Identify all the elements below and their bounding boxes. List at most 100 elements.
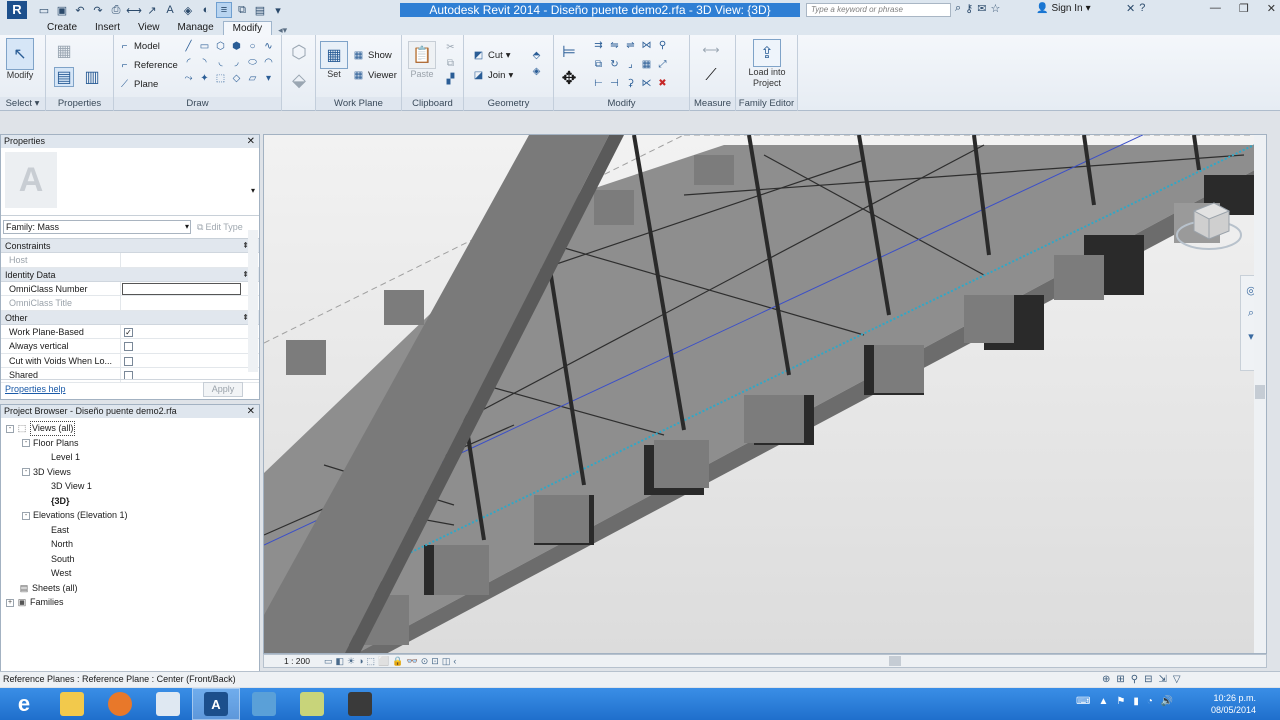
move-icon[interactable]: ✥ xyxy=(558,67,580,89)
select-underlay-icon[interactable]: ⊞ xyxy=(1116,672,1124,687)
modify-tool-button[interactable]: ↖ Modify xyxy=(6,38,34,80)
favorites-icon[interactable]: ☆ xyxy=(990,2,1000,15)
measure-between-icon[interactable]: ⟷ xyxy=(696,43,726,57)
open-icon[interactable]: ▭ xyxy=(36,2,52,18)
taskbar-notepad[interactable] xyxy=(144,688,192,720)
paste-button[interactable]: 📋 Paste xyxy=(408,41,436,79)
ribbon-minimize-icon[interactable]: ◂▾ xyxy=(278,25,298,35)
partial-ellipse-icon[interactable]: ◠ xyxy=(262,56,275,69)
save-icon[interactable]: ▣ xyxy=(54,2,70,18)
drag-elements-icon[interactable]: ⇲ xyxy=(1159,672,1167,687)
rectangle-icon[interactable]: ▭ xyxy=(198,40,211,53)
pick-lines-icon[interactable]: ⤳ xyxy=(182,72,195,85)
close-icon[interactable]: ✕ xyxy=(1267,2,1276,15)
scroll-left-icon[interactable]: ‹ xyxy=(453,656,456,667)
browser-tree-item[interactable]: East xyxy=(38,524,69,537)
browser-tree-item[interactable]: - Elevations (Elevation 1) xyxy=(22,509,128,522)
reference-plane-button[interactable]: ⟋ Plane xyxy=(118,78,158,91)
browser-tree-item[interactable]: ▤ Sheets (all) xyxy=(6,582,78,595)
property-checkbox[interactable]: ✓ xyxy=(124,327,133,337)
flag-icon[interactable]: ⚑ xyxy=(1116,696,1125,707)
tangent-arc-icon[interactable]: ◟ xyxy=(214,56,227,69)
circumscribed-polygon-icon[interactable]: ⬢ xyxy=(230,40,243,53)
circle-icon[interactable]: ○ xyxy=(246,40,259,53)
line-icon[interactable]: ╱ xyxy=(182,40,195,53)
measure-icon[interactable]: ⟷ xyxy=(126,2,142,18)
browser-tree-item[interactable]: West xyxy=(38,567,71,580)
taskbar-firefox[interactable] xyxy=(96,688,144,720)
trim-single-icon[interactable]: ⊢ xyxy=(592,77,605,90)
dimension-tool-icon[interactable]: ⟋ xyxy=(696,67,726,85)
family-select[interactable]: Family: Mass ▾ xyxy=(3,220,191,234)
shadows-icon[interactable]: ◑ xyxy=(358,656,363,667)
section-icon[interactable]: ◐ xyxy=(198,2,214,18)
property-value[interactable] xyxy=(121,282,259,296)
browser-tree-item[interactable]: {3D} xyxy=(38,495,70,508)
property-checkbox[interactable] xyxy=(124,342,133,351)
unpin-icon[interactable]: ⚳ xyxy=(624,77,637,90)
close-hidden-windows-icon[interactable]: ⧉ xyxy=(234,2,250,18)
taskbar-clock[interactable]: 10:26 p.m. 08/05/2014 xyxy=(1211,692,1256,716)
start-end-arc-icon[interactable]: ◜ xyxy=(182,56,195,69)
mirror-pick-icon[interactable]: ⇋ xyxy=(608,39,621,52)
property-value[interactable]: ✓ xyxy=(121,325,259,339)
browser-tree-item[interactable]: South xyxy=(38,553,75,566)
minimize-icon[interactable]: — xyxy=(1210,2,1221,15)
undo-icon[interactable]: ↶ xyxy=(72,2,88,18)
family-category-icon[interactable]: ▦ xyxy=(54,41,74,61)
customize-qat-icon[interactable]: ▾ xyxy=(270,2,286,18)
load-into-project-button[interactable]: ⇪ Load into Project xyxy=(742,39,792,89)
pin-icon[interactable]: ⚲ xyxy=(656,39,669,52)
reveal-hidden-icon[interactable]: ⊙ xyxy=(421,656,429,667)
cut-clipboard-icon[interactable]: ✂ xyxy=(444,41,457,54)
select-links-icon[interactable]: ⊕ xyxy=(1102,672,1110,687)
analysis-icon[interactable]: ◫ xyxy=(442,656,451,667)
array-icon[interactable]: ▦ xyxy=(640,58,653,71)
property-value[interactable] xyxy=(121,339,259,353)
bridge-model-drawing[interactable] xyxy=(264,135,1267,654)
browser-tree-item[interactable]: North xyxy=(38,538,73,551)
browser-tree-item[interactable]: 3D View 1 xyxy=(38,480,92,493)
paint-icon[interactable]: ◈ xyxy=(530,65,543,78)
property-group-header[interactable]: Other ⇞ xyxy=(1,310,259,325)
property-group-header[interactable]: Identity Data ⇞ xyxy=(1,267,259,282)
center-end-arc-icon[interactable]: ◝ xyxy=(198,56,211,69)
default-3d-view-icon[interactable]: ◈ xyxy=(180,2,196,18)
lock-view-icon[interactable]: 🔒 xyxy=(392,656,403,667)
point-element-icon[interactable]: ✦ xyxy=(198,72,211,85)
application-menu-button[interactable]: R xyxy=(0,0,34,20)
tab-modify[interactable]: Modify xyxy=(222,21,273,35)
property-group-header[interactable]: Constraints ⇞ xyxy=(1,239,259,253)
taskbar-ie[interactable]: e xyxy=(0,688,48,720)
properties-help-link[interactable]: Properties help xyxy=(5,384,66,394)
fillet-arc-icon[interactable]: ◞ xyxy=(230,56,243,69)
offset-icon[interactable]: ⇉ xyxy=(592,39,605,52)
cut-geometry-button[interactable]: ◩ Cut ▾ xyxy=(472,49,511,62)
apply-button[interactable]: Apply xyxy=(203,382,243,397)
copy-icon[interactable]: ⧉ xyxy=(444,57,457,70)
maximize-icon[interactable]: ❐ xyxy=(1239,2,1249,15)
taskbar-explorer[interactable] xyxy=(48,688,96,720)
close-browser-icon[interactable]: ✕ xyxy=(247,405,255,418)
redo-icon[interactable]: ↷ xyxy=(90,2,106,18)
sun-path-icon[interactable]: ☀ xyxy=(347,656,355,667)
type-selector-dropdown-icon[interactable]: ▾ xyxy=(251,186,255,195)
delete-icon[interactable]: ✖ xyxy=(656,77,669,90)
split-icon[interactable]: ⋈ xyxy=(640,39,653,52)
browser-tree-item[interactable]: Level 1 xyxy=(38,451,80,464)
trim-icon[interactable]: ⌟ xyxy=(624,58,637,71)
properties-scrollbar[interactable] xyxy=(248,230,258,372)
taskbar-app-8[interactable] xyxy=(336,688,384,720)
omniclass-number-input[interactable] xyxy=(122,282,241,295)
scroll-thumb[interactable] xyxy=(1255,385,1265,399)
copy-modify-icon[interactable]: ⧉ xyxy=(592,58,605,71)
sign-in-button[interactable]: 👤 Sign In ▾ xyxy=(1036,3,1091,14)
draw-on-workplane-icon[interactable]: ▾ xyxy=(262,72,275,85)
tab-manage[interactable]: Manage xyxy=(169,21,223,35)
select-by-face-icon[interactable]: ⊟ xyxy=(1144,672,1152,687)
pick-faces-icon[interactable]: ⬚ xyxy=(214,72,227,85)
browser-tree-item[interactable]: + ▣ Families xyxy=(6,596,64,609)
browser-tree-item[interactable]: -3D Views xyxy=(22,466,71,479)
keyboard-icon[interactable]: ⌨ xyxy=(1076,696,1090,707)
draw-on-face-icon[interactable]: ▱ xyxy=(246,72,259,85)
